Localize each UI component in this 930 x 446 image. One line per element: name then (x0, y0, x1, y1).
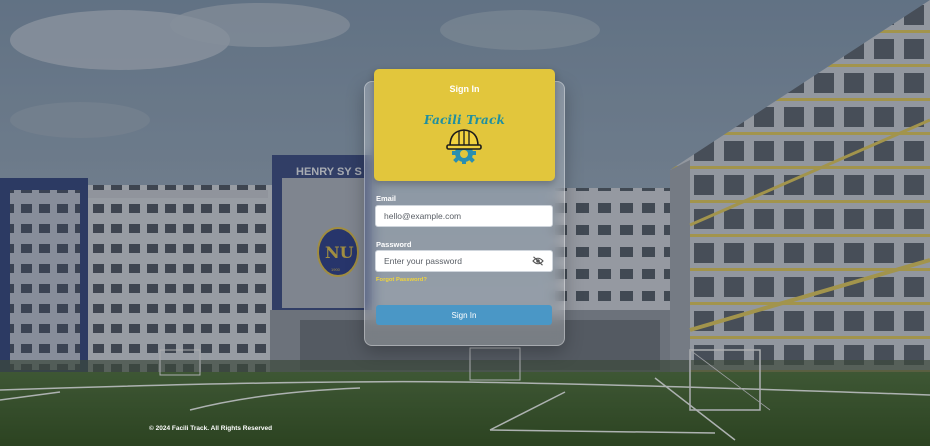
email-field[interactable] (375, 205, 553, 227)
svg-text:1900: 1900 (331, 267, 341, 272)
password-field[interactable] (375, 250, 553, 272)
eye-off-icon[interactable] (531, 255, 545, 267)
building-sign: HENRY SY S (296, 166, 362, 178)
forgot-password-link[interactable]: Forgot Password? (376, 277, 427, 283)
email-label: Email (376, 194, 397, 203)
sign-in-title: Sign In (449, 84, 480, 94)
sign-in-button[interactable]: Sign In (376, 305, 552, 325)
svg-text:NU: NU (325, 243, 354, 262)
hardhat-gear-icon (444, 125, 484, 170)
login-card-header: Sign In Facili Track (374, 69, 555, 181)
password-label: Password (376, 240, 412, 249)
footer-copyright: © 2024 Facili Track. All Rights Reserved (149, 425, 273, 432)
